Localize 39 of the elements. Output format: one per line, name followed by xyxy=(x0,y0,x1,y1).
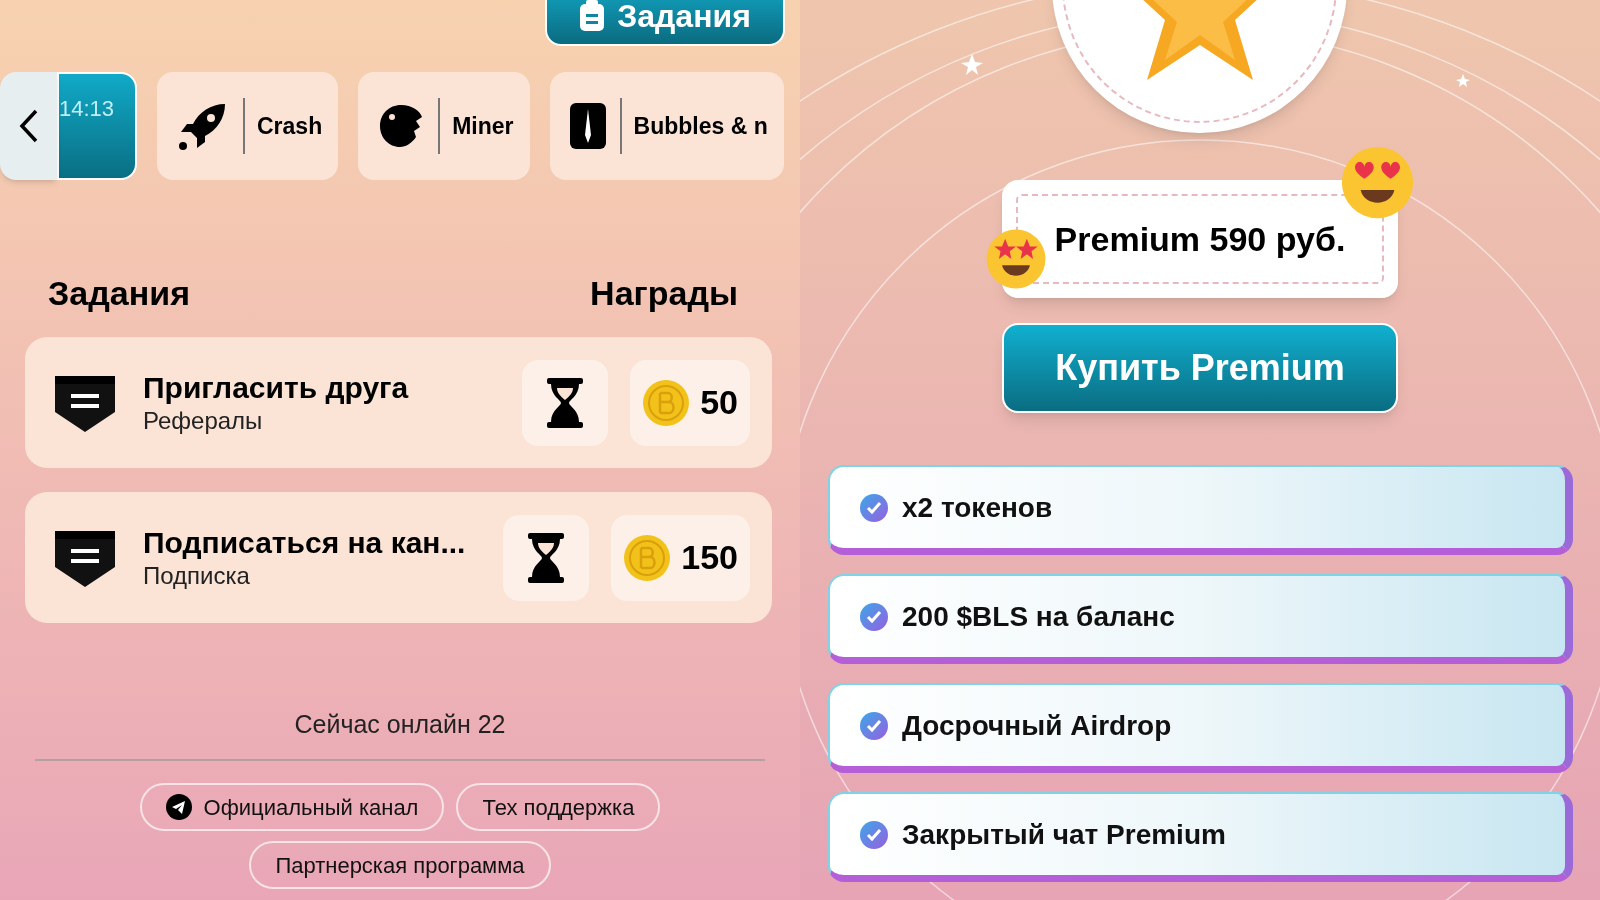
game-tab[interactable]: Crash xyxy=(157,72,339,180)
task-title: Подписаться на кан... xyxy=(143,524,467,561)
check-circle-icon xyxy=(860,711,888,740)
feature-text: Досрочный Airdrop xyxy=(902,708,1172,743)
link-button[interactable]: Партнерская программа xyxy=(249,841,551,889)
section-title: Награды xyxy=(590,273,738,314)
feature-text: Закрытый чат Premium xyxy=(902,817,1226,852)
hourglass-icon xyxy=(545,375,586,430)
coin-icon xyxy=(623,533,672,582)
task-card[interactable]: Пригласить друга Рефералы 50 xyxy=(25,337,772,468)
online-count: Сейчас онлайн 22 xyxy=(293,709,507,739)
hourglass-icon xyxy=(526,530,567,585)
task-title: Пригласить друга xyxy=(143,369,410,406)
clipboard-icon xyxy=(579,0,606,32)
tasks-header-button[interactable]: Задания xyxy=(545,0,785,46)
check-circle-icon xyxy=(860,820,888,849)
link-button[interactable]: Официальный канал xyxy=(139,783,445,831)
reward-amount: 150 xyxy=(681,537,738,578)
buy-premium-button[interactable]: Купить Premium xyxy=(1002,323,1398,413)
star-eyes-emoji-icon xyxy=(985,228,1047,290)
coin-icon xyxy=(642,378,691,427)
telegram-icon xyxy=(165,794,192,820)
reward-amount: 50 xyxy=(700,382,738,423)
feature-text: 200 $BLS на баланс xyxy=(902,599,1175,634)
task-subtitle: Подписка xyxy=(143,560,251,591)
section-title: Задания xyxy=(48,273,190,314)
feature-text: x2 токенов xyxy=(902,490,1053,525)
task-card[interactable]: Подписаться на кан... Подписка 150 xyxy=(25,492,772,623)
check-circle-icon xyxy=(860,602,888,631)
task-subtitle: Рефералы xyxy=(143,405,264,436)
heart-eyes-emoji-icon xyxy=(1340,145,1415,220)
game-tab[interactable]: Bubbles & n xyxy=(549,72,784,180)
check-circle-icon xyxy=(860,493,888,522)
chevron-left-icon xyxy=(17,108,40,144)
needle-card-icon xyxy=(567,101,608,151)
game-tab[interactable]: Miner xyxy=(358,72,530,180)
link-button[interactable]: Тех поддержка xyxy=(456,783,661,831)
price-text: Premium 590 руб. xyxy=(1054,218,1346,260)
back-button[interactable] xyxy=(0,72,57,180)
